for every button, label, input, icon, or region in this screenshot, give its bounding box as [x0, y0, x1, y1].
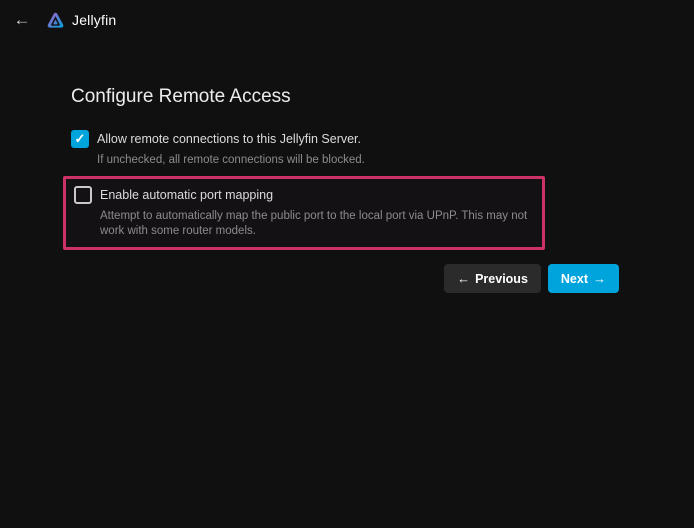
wizard-nav-buttons: ← Previous Next →: [63, 264, 631, 293]
next-button-label: Next: [561, 272, 588, 286]
remote-access-helper: If unchecked, all remote connections wil…: [97, 153, 623, 167]
remote-access-checkbox[interactable]: ✓: [71, 130, 89, 148]
jellyfin-logo: Jellyfin: [46, 11, 116, 30]
remote-access-field: ✓ Allow remote connections to this Jelly…: [63, 130, 631, 167]
app-header: ← Jellyfin: [0, 0, 694, 40]
page-title: Configure Remote Access: [71, 86, 631, 108]
annotation-highlight-box: ✓ Enable automatic port mapping Attempt …: [63, 176, 545, 250]
app-name: Jellyfin: [72, 12, 116, 28]
next-button[interactable]: Next →: [548, 264, 619, 293]
next-arrow-icon: →: [593, 271, 606, 286]
previous-button[interactable]: ← Previous: [444, 264, 541, 293]
wizard-content: Configure Remote Access ✓ Allow remote c…: [63, 86, 631, 293]
port-mapping-label[interactable]: Enable automatic port mapping: [100, 188, 273, 202]
port-mapping-field: ✓ Enable automatic port mapping Attempt …: [71, 186, 534, 238]
previous-arrow-icon: ←: [457, 271, 470, 286]
previous-button-label: Previous: [475, 272, 528, 286]
port-mapping-checkbox[interactable]: ✓: [74, 186, 92, 204]
port-mapping-helper: Attempt to automatically map the public …: [100, 209, 534, 238]
back-arrow-icon[interactable]: ←: [8, 6, 36, 34]
remote-access-label[interactable]: Allow remote connections to this Jellyfi…: [97, 132, 361, 146]
jellyfin-logo-icon: [46, 11, 65, 30]
